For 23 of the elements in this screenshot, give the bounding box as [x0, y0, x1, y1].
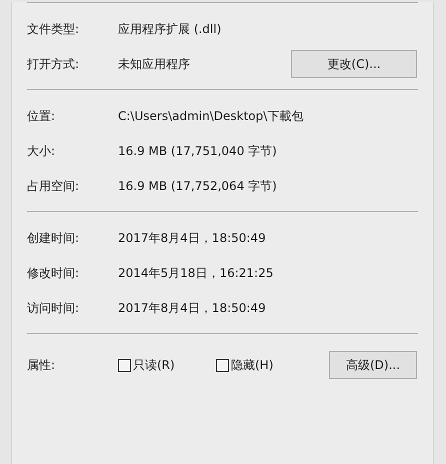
field-label: 占用空间: [27, 178, 80, 194]
attribute-checkbox[interactable]: 隐藏(H) [216, 356, 314, 374]
field-label: 属性: [27, 357, 56, 374]
field-label: 大小: [27, 142, 56, 160]
field-value: 16.9 MB (17,751,040 字节) [118, 142, 278, 160]
field-value: 2017年8月4日，18:50:49 [118, 300, 267, 316]
attribute-checkbox[interactable]: 只读(R) [118, 356, 216, 374]
checkbox-icon[interactable] [216, 358, 229, 372]
field-label: 位置: [27, 108, 56, 124]
field-value: 应用程序扩展 (.dll) [118, 20, 222, 38]
field-value: 16.9 MB (17,752,064 字节) [118, 178, 278, 194]
field-label: 访问时间: [27, 300, 80, 316]
field-label: 文件类型: [27, 20, 80, 38]
field-value: 2014年5月18日，16:21:25 [118, 264, 274, 282]
field-label: 修改时间: [27, 264, 80, 282]
field-label: 创建时间: [27, 230, 80, 246]
field-value: 未知应用程序 [118, 56, 191, 72]
change-button[interactable]: 更改(C)... [291, 50, 417, 78]
field-value: 2017年8月4日，18:50:49 [118, 230, 267, 246]
checkbox-icon[interactable] [118, 358, 131, 372]
field-label: 打开方式: [27, 56, 80, 72]
field-value: C:\Users\admin\Desktop\下載包 [118, 108, 304, 124]
advanced-button[interactable]: 高级(D)... [329, 351, 417, 379]
